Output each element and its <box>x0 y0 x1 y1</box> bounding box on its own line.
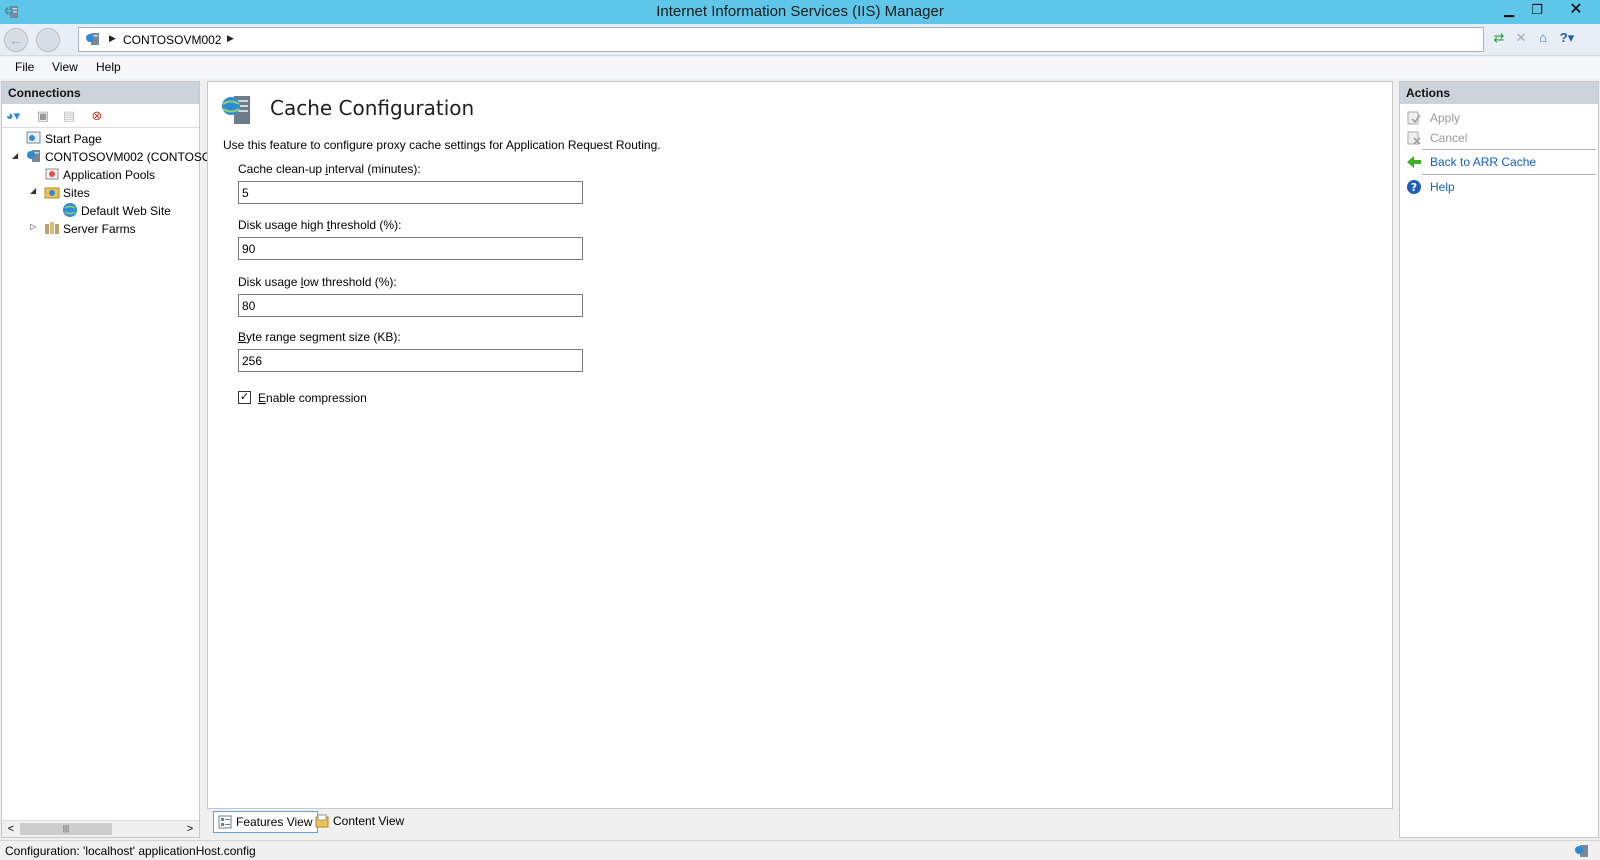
disk-low-threshold-input[interactable] <box>238 294 583 317</box>
home-icon[interactable]: ⌂ <box>1534 29 1552 47</box>
connect-globe-icon[interactable]: ◕▾ <box>4 107 22 125</box>
navigation-bar: ← ▶ CONTOSOVM002 ▶ ⇄ ✕ ⌂ ?▾ <box>0 24 1600 56</box>
minimize-button[interactable]: ▁ <box>1496 0 1522 20</box>
back-arrow-icon: ← <box>9 32 23 48</box>
action-cancel[interactable]: Cancel <box>1406 130 1467 146</box>
tree-item-server[interactable]: CONTOSOVM002 (CONTOSO\ <box>26 148 215 164</box>
action-apply[interactable]: Apply <box>1406 110 1460 126</box>
cleanup-interval-input[interactable] <box>238 181 583 204</box>
disconnect-icon[interactable]: ⊗ <box>88 107 106 125</box>
actions-separator <box>1422 149 1596 150</box>
close-button[interactable]: ✕ <box>1560 0 1592 20</box>
up-icon[interactable]: ▤ <box>60 107 78 125</box>
server-icon <box>86 33 99 45</box>
feature-panel: Cache Configuration Use this feature to … <box>207 81 1393 809</box>
menu-view[interactable]: View <box>52 60 78 74</box>
tree-label: CONTOSOVM002 (CONTOSO\ <box>45 150 215 164</box>
breadcrumb-separator-icon[interactable]: ▶ <box>227 33 234 44</box>
help-icon: ? <box>1407 180 1421 194</box>
byte-range-size-input[interactable] <box>238 349 583 372</box>
action-help[interactable]: ? Help <box>1406 179 1455 195</box>
cleanup-interval-label: Cache clean-up interval (minutes): <box>238 162 421 176</box>
tree-label: Start Page <box>45 132 102 146</box>
expand-icon[interactable]: ▷ <box>30 222 36 231</box>
cancel-icon <box>1407 131 1421 145</box>
server-status-icon <box>1575 845 1588 857</box>
scroll-thumb[interactable]: ||| <box>20 823 112 835</box>
back-button[interactable]: ← <box>4 28 28 52</box>
breadcrumb-separator-icon[interactable]: ▶ <box>109 33 116 44</box>
horizontal-scrollbar[interactable]: < ||| > <box>2 820 199 837</box>
scroll-right-icon[interactable]: > <box>182 822 198 836</box>
breadcrumb-server[interactable]: CONTOSOVM002 <box>123 33 221 47</box>
tree-item-sites[interactable]: Sites <box>44 184 90 200</box>
tree-label: Default Web Site <box>81 204 171 218</box>
scroll-left-icon[interactable]: < <box>3 822 19 836</box>
disk-high-threshold-label: Disk usage high threshold (%): <box>238 218 402 232</box>
disk-high-threshold-input[interactable] <box>238 237 583 260</box>
app-pools-icon <box>45 168 59 180</box>
menu-file[interactable]: File <box>15 60 34 74</box>
byte-range-size-label: Byte range segment size (KB): <box>238 330 401 344</box>
back-arrow-icon <box>1407 156 1421 168</box>
collapse-icon[interactable]: ◢ <box>12 151 18 160</box>
save-icon[interactable]: ▣ <box>34 107 52 125</box>
collapse-icon[interactable]: ◢ <box>30 186 36 195</box>
status-bar: Configuration: 'localhost' applicationHo… <box>0 840 1600 860</box>
connections-header: Connections <box>2 82 199 104</box>
tree-item-application-pools[interactable]: Application Pools <box>44 166 155 182</box>
page-title: Cache Configuration <box>270 96 475 120</box>
connections-toolbar: ◕▾ ▣ ▤ ⊗ <box>2 104 199 128</box>
forward-button[interactable] <box>36 28 60 52</box>
content-view-icon <box>315 814 329 828</box>
actions-header: Actions <box>1400 82 1598 104</box>
stop-icon[interactable]: ✕ <box>1512 29 1530 47</box>
start-page-icon <box>26 131 41 144</box>
server-farms-icon <box>45 222 59 234</box>
address-bar[interactable]: ▶ CONTOSOVM002 ▶ <box>78 27 1484 52</box>
tree-label: Application Pools <box>63 168 156 182</box>
title-bar: Internet Information Services (IIS) Mana… <box>0 0 1600 24</box>
server-icon <box>27 150 40 162</box>
help-dropdown-icon[interactable]: ?▾ <box>1558 29 1576 47</box>
actions-separator <box>1422 174 1596 175</box>
enable-compression-checkbox[interactable]: ✓ <box>238 391 251 404</box>
apply-icon <box>1407 111 1421 125</box>
menu-bar: File View Help <box>0 57 1600 79</box>
restore-button[interactable]: ❐ <box>1524 0 1550 20</box>
status-text: Configuration: 'localhost' applicationHo… <box>5 844 256 858</box>
menu-help[interactable]: Help <box>96 60 121 74</box>
svg-text:?: ? <box>1411 181 1417 194</box>
tree-label: Sites <box>63 186 90 200</box>
action-back-to-arr-cache[interactable]: Back to ARR Cache <box>1406 154 1536 170</box>
server-globe-icon <box>222 96 250 124</box>
tree-label: Server Farms <box>63 222 136 236</box>
connections-pane: Connections ◕▾ ▣ ▤ ⊗ Start Page ◢ CONTOS… <box>1 81 215 838</box>
window-title: Internet Information Services (IIS) Mana… <box>656 3 944 20</box>
refresh-icon[interactable]: ⇄ <box>1490 29 1508 47</box>
actions-pane: Actions Apply Cancel Back to ARR Cache ?… <box>1399 81 1599 838</box>
globe-icon <box>63 203 77 217</box>
tree-item-default-web-site[interactable]: Default Web Site <box>62 202 171 218</box>
sites-folder-icon <box>44 187 60 199</box>
features-view-icon <box>218 815 232 829</box>
tree-item-server-farms[interactable]: Server Farms <box>44 220 136 236</box>
feature-description: Use this feature to configure proxy cach… <box>223 138 661 152</box>
tree-item-start-page[interactable]: Start Page <box>26 130 102 146</box>
disk-low-threshold-label: Disk usage low threshold (%): <box>238 275 397 289</box>
enable-compression-label[interactable]: Enable compression <box>258 391 367 405</box>
tab-content-view[interactable]: Content View <box>311 811 409 833</box>
connections-tree: Start Page ◢ CONTOSOVM002 (CONTOSO\ Appl… <box>2 128 215 818</box>
tab-features-view[interactable]: Features View <box>213 811 319 833</box>
